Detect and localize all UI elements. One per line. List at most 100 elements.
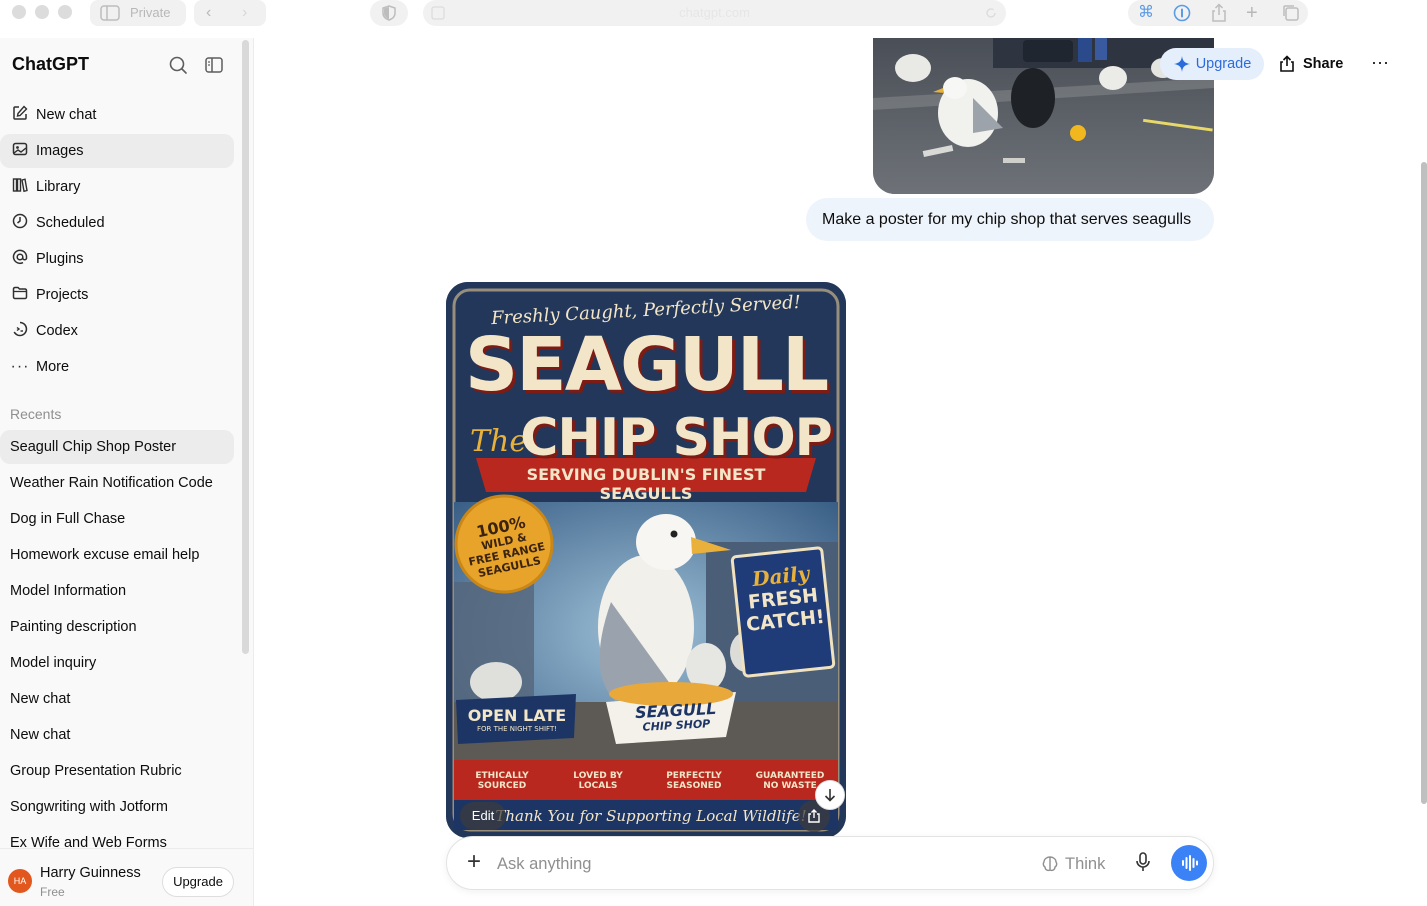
nav-arrows-chip: ‹ › [194, 0, 266, 26]
nav-label: Scheduled [36, 215, 105, 231]
zoom-window-button[interactable] [58, 5, 72, 19]
forward-arrow-icon[interactable]: › [242, 3, 247, 23]
sidebar: ChatGPT New chat Images Library Schedule… [0, 38, 254, 906]
add-attachment-button[interactable]: + [461, 850, 487, 876]
recent-chat-item[interactable]: Dog in Full Chase [0, 502, 234, 536]
nav-new-chat[interactable]: New chat [0, 98, 234, 132]
think-button[interactable]: Think [1041, 850, 1105, 878]
share-button[interactable]: Share [1278, 50, 1343, 78]
address-bar[interactable]: chatgpt.com [423, 0, 1006, 26]
poster-open-late: OPEN LATE [467, 706, 567, 725]
feature-label: PERFECTLY SEASONED [666, 771, 722, 791]
recent-chat-item[interactable]: Songwriting with Jotform [0, 790, 234, 824]
close-window-button[interactable] [12, 5, 26, 19]
sparkle-icon [1173, 56, 1190, 72]
recents-heading: Recents [10, 406, 62, 422]
chat-scrollbar[interactable] [1421, 162, 1427, 804]
dictate-button[interactable] [1133, 850, 1159, 878]
nav-label: Library [36, 179, 81, 195]
header-upgrade-label: Upgrade [1195, 56, 1252, 72]
nav-projects[interactable]: Projects [0, 278, 234, 312]
shield-button[interactable] [370, 0, 408, 26]
at-icon [10, 249, 30, 269]
back-arrow-icon[interactable]: ‹ [206, 3, 211, 23]
user-name: Harry Guinness [40, 865, 141, 881]
sidebar-upgrade-button[interactable]: Upgrade [162, 867, 234, 897]
nav-label: More [36, 359, 70, 375]
recent-chat-item[interactable]: New chat [0, 718, 234, 752]
nav-label: Plugins [36, 251, 84, 267]
poster-sign: Daily FRESH CATCH! [737, 560, 830, 637]
private-label: Private [130, 5, 171, 20]
recent-chat-item[interactable]: Seagull Chip Shop Poster [0, 430, 234, 464]
share-label: Share [1303, 56, 1344, 72]
command-icon[interactable]: ⌘ [1138, 3, 1154, 23]
browser-toolbar: Private ‹ › chatgpt.com ⌘ + [0, 0, 1427, 28]
chat-main: Upgrade Share ··· Make a poster for my c… [254, 38, 1427, 906]
recent-chat-item[interactable]: Group Presentation Rubric [0, 754, 234, 788]
compose-icon [10, 105, 30, 125]
recent-chat-item[interactable]: Weather Rain Notification Code [0, 466, 234, 500]
waveform-icon [1182, 855, 1198, 871]
share-image-icon [808, 809, 820, 823]
header-upgrade-button[interactable]: Upgrade [1160, 48, 1264, 80]
recent-chat-item[interactable]: Homework excuse email help [0, 538, 234, 572]
microphone-icon [1136, 852, 1150, 871]
toolbar-actions: ⌘ + [1128, 0, 1308, 26]
avatar: HA [8, 869, 32, 893]
recent-chat-item[interactable]: Model inquiry [0, 646, 234, 680]
user-message-bubble: Make a poster for my chip shop that serv… [806, 198, 1214, 241]
edit-image-button[interactable]: Edit [460, 802, 506, 830]
poster-title-line1: SEAGULL [464, 322, 829, 408]
share-page-icon[interactable] [1210, 3, 1228, 23]
scroll-down-button[interactable] [815, 780, 845, 810]
codex-icon [10, 321, 30, 341]
message-composer: + Think [446, 836, 1214, 890]
share-icon [1280, 55, 1294, 72]
nav-scheduled[interactable]: Scheduled [0, 206, 234, 240]
nav-images[interactable]: Images [0, 134, 234, 168]
clock-icon [10, 213, 30, 233]
new-tab-icon[interactable]: + [1246, 3, 1258, 23]
ellipsis-icon: ··· [10, 358, 30, 375]
folder-icon [10, 285, 30, 305]
poster-title-line2: CHIP SHOP [520, 408, 833, 468]
close-sidebar-icon[interactable] [203, 54, 225, 76]
poster-footer: Thank You for Supporting Local Wildlife! [495, 807, 807, 825]
user-plan: Free [40, 885, 65, 899]
password-icon[interactable] [1173, 4, 1191, 22]
reload-icon[interactable] [984, 6, 998, 20]
brand-title: ChatGPT [12, 54, 90, 74]
shield-icon [382, 5, 396, 21]
tabs-overview-icon[interactable] [1282, 4, 1300, 22]
sidebar-toggle-icon [100, 5, 120, 21]
nav-plugins[interactable]: Plugins [0, 242, 234, 276]
nav-label: Projects [36, 287, 89, 303]
nav-label: New chat [36, 107, 97, 123]
nav-more[interactable]: ··· More [0, 350, 234, 384]
think-label: Think [1065, 854, 1106, 873]
recent-chat-item[interactable]: Painting description [0, 610, 234, 644]
ask-input[interactable] [497, 849, 967, 879]
library-icon [10, 177, 30, 197]
generated-poster-image[interactable]: Freshly Caught, Perfectly Served! SEAGUL… [446, 282, 846, 838]
images-icon [10, 141, 30, 161]
nav-label: Codex [36, 323, 78, 339]
recent-chat-item[interactable]: New chat [0, 682, 234, 716]
nav-library[interactable]: Library [0, 170, 234, 204]
poster-features: ETHICALLY SOURCED LOVED BY LOCALS PERFEC… [454, 764, 838, 798]
brain-icon [1042, 856, 1058, 872]
user-account-area[interactable]: HA Harry Guinness Free Upgrade [0, 848, 253, 906]
nav-label: Images [36, 143, 84, 159]
nav-codex[interactable]: Codex [0, 314, 234, 348]
feature-label: LOVED BY LOCALS [573, 771, 623, 791]
poster-box-label: SEAGULL CHIP SHOP [625, 699, 726, 734]
voice-mode-button[interactable] [1171, 845, 1207, 881]
more-options-icon[interactable]: ··· [1368, 50, 1392, 78]
poster-banner: SERVING DUBLIN'S FINEST SEAGULLS [526, 465, 766, 503]
sidebar-scrollbar[interactable] [242, 40, 249, 654]
search-icon[interactable] [167, 54, 189, 76]
recent-chat-item[interactable]: Model Information [0, 574, 234, 608]
poster-open-late-sub: FOR THE NIGHT SHIFT! [476, 725, 558, 733]
minimize-window-button[interactable] [35, 5, 49, 19]
